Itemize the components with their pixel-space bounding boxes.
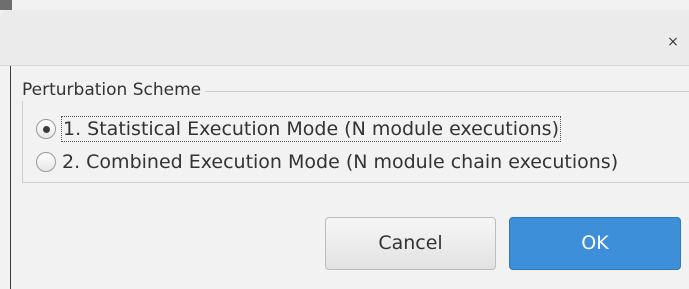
radio-label-combined: 2. Combined Execution Mode (N module cha… [62,151,619,173]
ok-button[interactable]: OK [509,217,681,270]
radio-label-statistical: 1. Statistical Execution Mode (N module … [61,116,561,142]
close-icon[interactable]: × [665,34,681,50]
window-corner [0,0,12,10]
perturbation-dialog: × Perturbation Scheme 1. Statistical Exe… [0,0,689,289]
cancel-button[interactable]: Cancel [325,217,496,270]
radio-statistical-mode[interactable]: 1. Statistical Execution Mode (N module … [36,116,561,142]
radio-button-unchecked-icon[interactable] [36,152,56,172]
title-bar: × [0,10,689,66]
radio-button-checked-icon[interactable] [36,119,56,139]
radio-combined-mode[interactable]: 2. Combined Execution Mode (N module cha… [36,150,618,174]
window-edge [10,66,11,289]
groupbox-title: Perturbation Scheme [22,79,206,101]
